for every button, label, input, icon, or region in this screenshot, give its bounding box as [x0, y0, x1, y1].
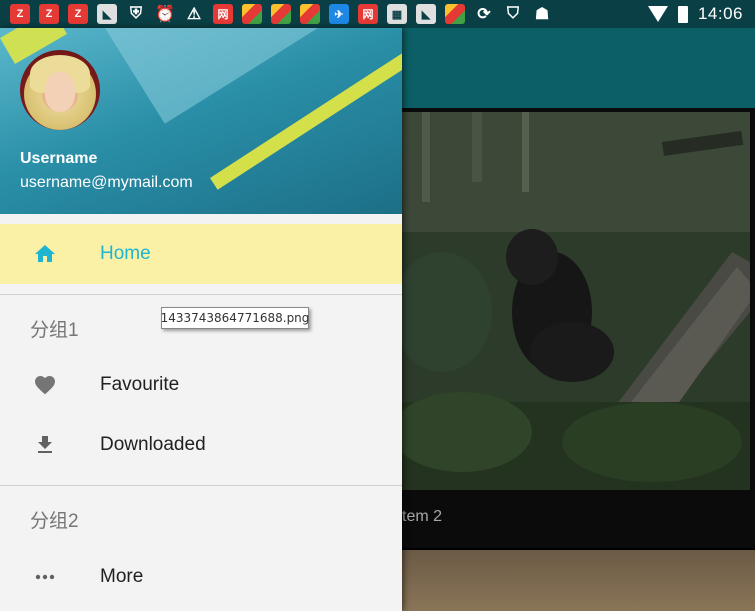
warning-icon: ⚠ [186, 6, 202, 23]
nav-item-downloaded[interactable]: Downloaded [0, 415, 402, 475]
chrome-icon [445, 4, 465, 24]
group-title: 分组2 [30, 511, 79, 532]
chrome-icon [271, 4, 291, 24]
status-right: 14:06 [647, 4, 743, 24]
content-card[interactable]: tem 2 [402, 108, 755, 548]
drawer-header: Username username@mymail.com [0, 28, 402, 214]
bird-icon: ✈ [329, 4, 349, 24]
android-icon: ☗ [534, 6, 550, 23]
battery-icon [677, 5, 688, 23]
card-caption: tem 2 [402, 508, 443, 525]
divider [0, 294, 402, 295]
nav-item-label: More [100, 566, 144, 587]
clock: 14:06 [697, 4, 743, 23]
chrome-icon [242, 4, 262, 24]
news-icon: 网 [358, 4, 378, 24]
nav-item-home[interactable]: Home [0, 224, 402, 284]
nav-item-more[interactable]: More [0, 547, 402, 607]
news-icon: 网 [213, 4, 233, 24]
gorilla-photo [402, 112, 750, 490]
content-card-2[interactable] [402, 550, 755, 611]
app-icon: ◣ [97, 4, 117, 24]
status-bar: Z Z Z ◣ ⛨ ⏰ ⚠ 网 ✈ 网 ▦ ◣ ⟳ ⛉ ☗ 14:06 [0, 0, 755, 28]
app-bar [402, 28, 755, 108]
sync-icon: ⟳ [477, 6, 491, 23]
nav-item-label: Home [100, 243, 151, 264]
nav-item-label: Favourite [100, 374, 180, 395]
more-horiz-icon [32, 564, 58, 590]
divider [0, 485, 402, 486]
shield-icon: ⛨ [129, 5, 142, 22]
group-title: 分组1 [30, 320, 79, 341]
header-decoration [80, 28, 402, 124]
wifi-icon [647, 6, 668, 22]
zhihu-z-icon: Z [39, 4, 59, 24]
security-icon: ⛉ [506, 5, 519, 22]
notification-icons: Z Z Z ◣ ⛨ ⏰ ⚠ 网 ✈ 网 ▦ ◣ ⟳ ⛉ ☗ [10, 4, 552, 24]
chrome-icon [300, 4, 320, 24]
app-icon: ◣ [416, 4, 436, 24]
username: Username [20, 150, 98, 167]
user-email: username@mymail.com [20, 174, 193, 191]
avatar[interactable] [20, 50, 100, 130]
heart-icon [32, 372, 58, 398]
nav-item-label: Downloaded [100, 434, 206, 455]
filename-tooltip: 1433743864771688.png [161, 307, 309, 329]
home-icon [32, 241, 58, 267]
app-icon: ▦ [387, 4, 407, 24]
zhihu-z-icon: Z [68, 4, 88, 24]
zhihu-z-icon: Z [10, 4, 30, 24]
alarm-icon: ⏰ [155, 6, 175, 23]
download-icon [32, 432, 58, 458]
nav-item-favourite[interactable]: Favourite [0, 355, 402, 415]
